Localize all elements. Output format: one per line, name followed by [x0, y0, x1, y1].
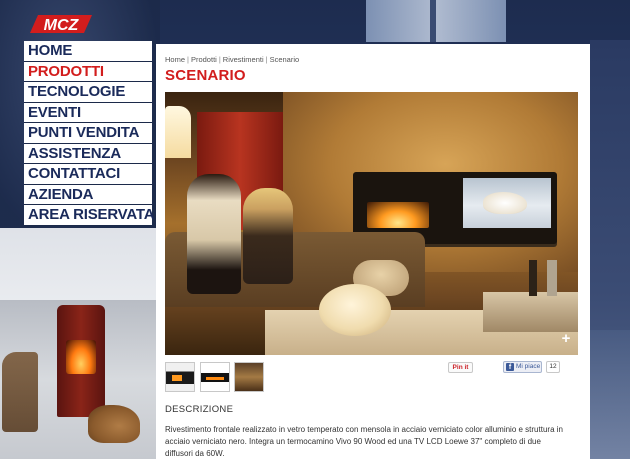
description-text: Rivestimento frontale realizzato in vetr…: [165, 425, 563, 458]
background-window: [366, 0, 506, 42]
nav-item-azienda[interactable]: AZIENDA: [24, 184, 152, 205]
hero-bottles: [529, 260, 569, 296]
product-hero-image[interactable]: +: [165, 92, 578, 355]
hero-lamp: [165, 106, 191, 158]
facebook-icon: f: [506, 363, 514, 371]
breadcrumb: Home | Prodotti | Rivestimenti | Scenario: [165, 55, 299, 64]
background-stove-fire: [66, 340, 96, 374]
breadcrumb-rivestimenti[interactable]: Rivestimenti: [223, 55, 264, 64]
nav-item-home[interactable]: HOME: [24, 41, 152, 62]
thumbnail-3[interactable]: [234, 362, 264, 392]
nav-item-tecnologie[interactable]: TECNOLOGIE: [24, 82, 152, 103]
nav-item-assistenza[interactable]: ASSISTENZA: [24, 143, 152, 164]
breadcrumb-scenario[interactable]: Scenario: [270, 55, 300, 64]
breadcrumb-prodotti[interactable]: Prodotti: [191, 55, 217, 64]
background-glow: [590, 330, 630, 459]
hero-person-woman: [243, 188, 293, 284]
thumbnail-1[interactable]: [165, 362, 195, 392]
breadcrumb-home[interactable]: Home: [165, 55, 185, 64]
nav-item-area-riservata[interactable]: AREA RISERVATA: [24, 205, 155, 226]
background-dog: [88, 405, 140, 443]
mcz-logo[interactable]: MCZ: [26, 11, 98, 37]
plus-icon[interactable]: +: [560, 331, 572, 346]
hero-person-man: [187, 174, 241, 294]
nav-item-eventi[interactable]: EVENTI: [24, 102, 152, 123]
hero-tv-bear: [483, 192, 527, 214]
hero-fire: [367, 202, 429, 228]
background-window-frame: [430, 0, 436, 42]
facebook-like-label: Mi piace: [516, 363, 541, 370]
thumbnail-2[interactable]: [200, 362, 230, 392]
main-nav: HOME PRODOTTI TECNOLOGIE EVENTI PUNTI VE…: [24, 41, 155, 226]
hero-table: [483, 292, 578, 332]
facebook-like-count: 12: [546, 361, 560, 373]
nav-item-contattaci[interactable]: CONTATTACI: [24, 164, 152, 185]
logo-text: MCZ: [44, 17, 80, 34]
content-panel: Home | Prodotti | Rivestimenti | Scenario SCEN…: [156, 44, 590, 459]
nav-item-punti-vendita[interactable]: PUNTI VENDITA: [24, 123, 152, 144]
facebook-like-button[interactable]: f Mi piace: [503, 361, 542, 373]
description-heading: DESCRIZIONE: [165, 404, 234, 415]
pinterest-button[interactable]: Pin it: [448, 362, 473, 373]
hero-pouf: [319, 284, 391, 336]
page-title: SCENARIO: [165, 67, 246, 84]
nav-item-prodotti[interactable]: PRODOTTI: [24, 61, 152, 82]
background-chair: [2, 352, 38, 432]
